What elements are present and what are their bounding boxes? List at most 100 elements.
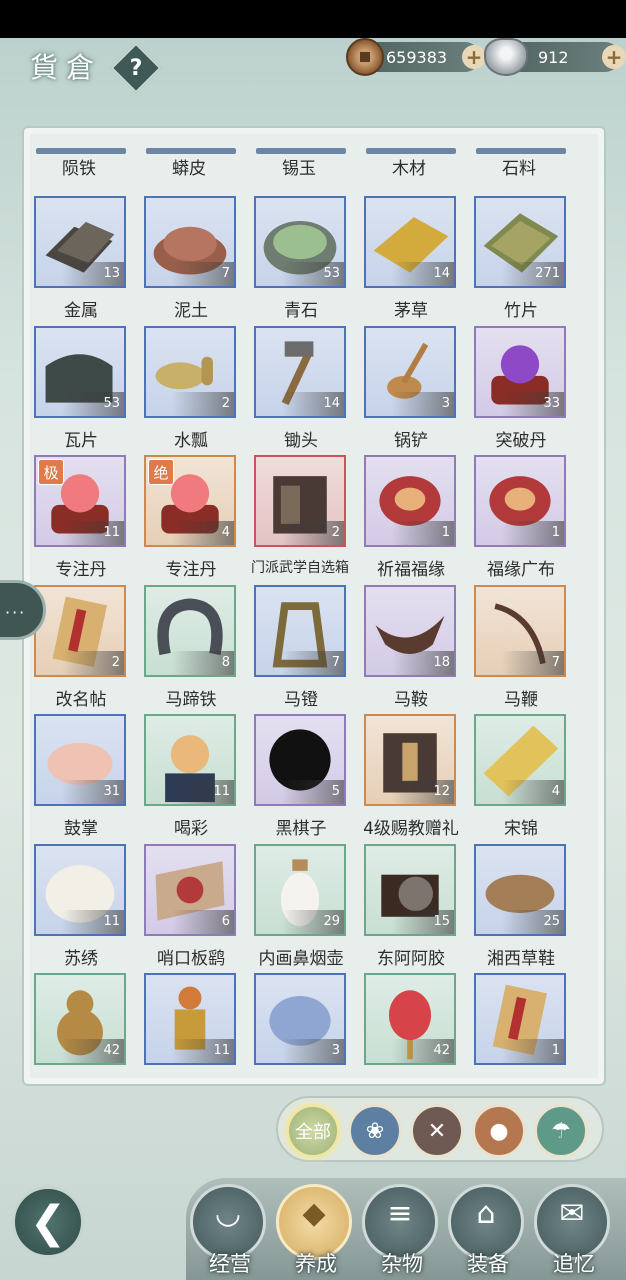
item-slot[interactable]: 3 xyxy=(254,973,346,1065)
item-slot[interactable]: 33 xyxy=(474,325,566,418)
inventory-item[interactable]: 7 马镫 xyxy=(244,584,354,713)
inventory-item[interactable]: 2 门派武学自选箱 xyxy=(244,455,354,583)
item-name: 专注丹 xyxy=(55,560,107,580)
tab-label: 杂物 xyxy=(381,1252,423,1276)
inventory-item[interactable]: 4 宋锦 xyxy=(464,714,574,842)
item-name: 瓦片 xyxy=(64,430,98,451)
inventory-item[interactable]: 11 喝彩 xyxy=(134,714,244,842)
item-slot[interactable]: 42 xyxy=(364,973,456,1065)
item-slot[interactable]: 绝4 xyxy=(144,455,236,547)
inventory-item[interactable]: 42 xyxy=(24,973,134,1076)
item-slot[interactable]: 11 xyxy=(144,714,236,806)
item-slot[interactable]: 11 xyxy=(34,843,126,936)
inventory-item[interactable]: 5 黑棋子 xyxy=(244,714,354,842)
item-slot[interactable]: 2 xyxy=(144,325,236,418)
item-slot[interactable]: 2 xyxy=(254,455,346,547)
item-slot[interactable]: 25 xyxy=(474,843,566,936)
inventory-item[interactable]: 14 锄头 xyxy=(244,325,354,454)
item-slot[interactable]: 7 xyxy=(144,196,236,288)
filter-all-button[interactable]: 全部 xyxy=(286,1104,340,1158)
inventory-item[interactable]: 271 竹片 xyxy=(464,196,574,324)
item-count: 33 xyxy=(502,391,564,416)
tab-0[interactable]: ◡ 经营 xyxy=(190,1184,270,1280)
item-slot[interactable]: 31 xyxy=(34,714,126,806)
item-slot[interactable]: 6 xyxy=(144,843,236,936)
item-slot[interactable]: 15 xyxy=(364,843,456,936)
item-slot[interactable]: 5 xyxy=(254,714,346,806)
item-slot[interactable]: 42 xyxy=(34,973,126,1065)
item-slot[interactable]: 14 xyxy=(254,325,346,418)
inventory-item[interactable]: 3 锅铲 xyxy=(354,325,464,454)
inventory-item[interactable]: 12 4级赐教赠礼 xyxy=(354,714,464,842)
filter-coins-button[interactable]: ● xyxy=(472,1104,526,1158)
item-name: 鼓掌 xyxy=(64,819,98,839)
silver-ingot-icon xyxy=(484,38,528,76)
item-slot[interactable]: 29 xyxy=(254,843,346,936)
item-slot[interactable]: 1 xyxy=(474,455,566,547)
inventory-item[interactable]: 53 瓦片 xyxy=(24,325,134,454)
tab-2[interactable]: ≡ 杂物 xyxy=(362,1184,442,1280)
inventory-item[interactable]: 1 祈福福缘 xyxy=(354,455,464,583)
item-slot[interactable]: 1 xyxy=(364,455,456,547)
item-count: 31 xyxy=(62,780,124,804)
item-slot[interactable]: 4 xyxy=(474,714,566,806)
item-slot[interactable]: 7 xyxy=(474,584,566,677)
inventory-item[interactable]: 29 内画鼻烟壶 xyxy=(244,843,354,972)
item-name: 哨口板鹞 xyxy=(157,948,225,969)
item-slot[interactable]: 1 xyxy=(474,973,566,1065)
inventory-item[interactable]: 绝 4 专注丹 xyxy=(134,455,244,583)
item-name: 锡玉 xyxy=(282,159,316,179)
item-slot[interactable]: 12 xyxy=(364,714,456,806)
inventory-item[interactable]: 2 水瓢 xyxy=(134,325,244,454)
inventory-item[interactable]: 33 突破丹 xyxy=(464,325,574,454)
item-slot[interactable]: 2 xyxy=(34,584,126,677)
item-slot[interactable]: 53 xyxy=(34,325,126,418)
item-slot[interactable]: 18 xyxy=(364,584,456,677)
inventory-item[interactable]: 3 xyxy=(244,973,354,1076)
item-name: 泥土 xyxy=(174,301,208,321)
inventory-item[interactable]: 18 马鞍 xyxy=(354,584,464,713)
item-slot[interactable]: 8 xyxy=(144,584,236,677)
item-slot[interactable]: 3 xyxy=(364,325,456,418)
inventory-item[interactable]: 53 青石 xyxy=(244,196,354,324)
item-name: 祈福福缘 xyxy=(377,560,445,580)
inventory-item[interactable]: 7 马鞭 xyxy=(464,584,574,713)
header: 貨倉 ? 659383 + 912 + xyxy=(0,38,626,118)
item-slot[interactable]: 7 xyxy=(254,584,346,677)
tab-1[interactable]: ◆ 养成 xyxy=(276,1184,356,1280)
item-slot[interactable]: 11 xyxy=(144,973,236,1065)
inventory-item[interactable]: 15 东阿阿胶 xyxy=(354,843,464,972)
inventory-item[interactable]: 1 福缘广布 xyxy=(464,455,574,583)
inventory-item[interactable]: 11 xyxy=(134,973,244,1076)
add-copper-button[interactable]: + xyxy=(462,45,486,69)
inventory-item[interactable]: 极 11 专注丹 xyxy=(24,455,134,583)
tab-4[interactable]: ✉ 追忆 xyxy=(534,1184,614,1280)
inventory-item[interactable]: 1 xyxy=(464,973,574,1076)
item-slot[interactable]: 53 xyxy=(254,196,346,288)
item-slot[interactable]: 极 11 xyxy=(34,455,126,547)
filter-umbrella-button[interactable]: ☂ xyxy=(534,1104,588,1158)
tab-label: 养成 xyxy=(295,1252,337,1276)
inventory-item[interactable]: 14 茅草 xyxy=(354,196,464,324)
inventory-item[interactable]: 8 马蹄铁 xyxy=(134,584,244,713)
inventory-item[interactable]: 11 苏绣 xyxy=(24,843,134,972)
item-slot[interactable]: 13 xyxy=(34,196,126,288)
inventory-item[interactable]: 42 xyxy=(354,973,464,1076)
inventory-grid[interactable]: 陨铁 蟒皮 锡玉 木材 石料 13 金属 7 泥土 53 青石 14 茅草 271 竹片 53 瓦片 2 水瓢 14… xyxy=(24,126,604,1076)
add-silver-button[interactable]: + xyxy=(602,45,626,69)
filter-tools-button[interactable]: ✕ xyxy=(410,1104,464,1158)
item-count: 14 xyxy=(392,262,454,286)
inventory-item[interactable]: 25 湘西草鞋 xyxy=(464,843,574,972)
inventory-item[interactable]: 6 哨口板鹞 xyxy=(134,843,244,972)
inventory-item[interactable]: 31 鼓掌 xyxy=(24,714,134,842)
inventory-item[interactable]: 13 金属 xyxy=(24,196,134,324)
item-slot[interactable]: 271 xyxy=(474,196,566,288)
silver-counter: 912 + xyxy=(484,38,626,76)
back-button[interactable]: ❮ xyxy=(12,1186,84,1258)
filter-cloth-button[interactable]: ❀ xyxy=(348,1104,402,1158)
help-button[interactable]: ? xyxy=(110,42,162,94)
item-slot[interactable]: 14 xyxy=(364,196,456,288)
category-filter-bar: 全部 ❀ ✕ ● ☂ xyxy=(276,1096,604,1162)
tab-3[interactable]: ⌂ 装备 xyxy=(448,1184,528,1280)
inventory-item[interactable]: 7 泥土 xyxy=(134,196,244,324)
